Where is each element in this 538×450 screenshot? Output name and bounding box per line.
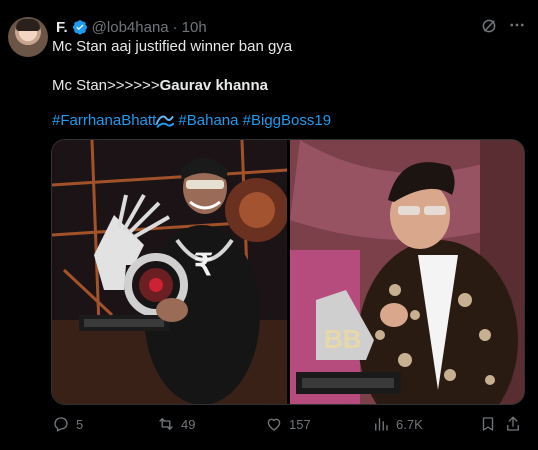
like-button[interactable]: 157 [265, 415, 311, 433]
repost-icon [159, 418, 173, 430]
views-count: 6.7K [396, 416, 423, 432]
action-bar: 5 49 157 6.7K [52, 415, 522, 437]
media-grid[interactable]: ₹ BB [51, 139, 525, 405]
views-icon [375, 418, 388, 431]
photo-winner-trophy[interactable]: ₹ [52, 140, 287, 404]
share-icon [507, 416, 519, 431]
reply-icon [54, 417, 68, 432]
verified-icon [72, 20, 87, 35]
reply-button[interactable]: 5 [52, 415, 83, 433]
wave-emoji [156, 115, 175, 128]
tweet-text-bold: Gaurav khanna [159, 77, 268, 94]
svg-text:BB: BB [324, 324, 362, 354]
share-button[interactable] [504, 415, 522, 433]
tweet-text-line-1: Mc Stan aaj justified winner ban gya [52, 38, 293, 55]
bookmark-button[interactable] [479, 415, 497, 433]
bookmark-icon [482, 417, 494, 431]
reply-count: 5 [76, 416, 84, 432]
tweet-header: F. @lob4hana · 10h [56, 17, 207, 37]
hashtag-biggboss19[interactable]: #BiggBoss19 [243, 112, 331, 129]
handle[interactable]: @lob4hana [92, 19, 169, 36]
photo-left-illustration: ₹ [52, 140, 287, 404]
like-count: 157 [289, 416, 311, 432]
hashtag-bahana[interactable]: #Bahana [178, 112, 238, 129]
hashtag-farrhanabhatt[interactable]: #FarrhanaBhatt [52, 112, 156, 129]
repost-button[interactable]: 49 [157, 415, 195, 433]
svg-text:₹: ₹ [194, 249, 213, 282]
tweet-text-line-2: Mc Stan>>>>>>Gaurav khanna [52, 76, 268, 96]
separator: · [172, 18, 178, 36]
views-button[interactable]: 6.7K [372, 415, 423, 433]
avatar[interactable] [8, 17, 48, 57]
timestamp[interactable]: 10h [182, 19, 207, 36]
photo-right-illustration: BB [290, 140, 524, 404]
more-icon[interactable] [508, 16, 526, 34]
photo-gaurav-khanna[interactable]: BB [290, 140, 524, 404]
hashtag-line: #FarrhanaBhatt #Bahana #BiggBoss19 [52, 111, 331, 131]
grok-icon[interactable] [480, 17, 498, 35]
display-name[interactable]: F. [56, 19, 68, 36]
tweet[interactable]: F. @lob4hana · 10h Mc Stan aaj justified… [0, 0, 538, 450]
like-icon [267, 418, 281, 431]
repost-count: 49 [181, 416, 196, 432]
tweet-text-prefix: Mc Stan>>>>>> [52, 77, 160, 94]
